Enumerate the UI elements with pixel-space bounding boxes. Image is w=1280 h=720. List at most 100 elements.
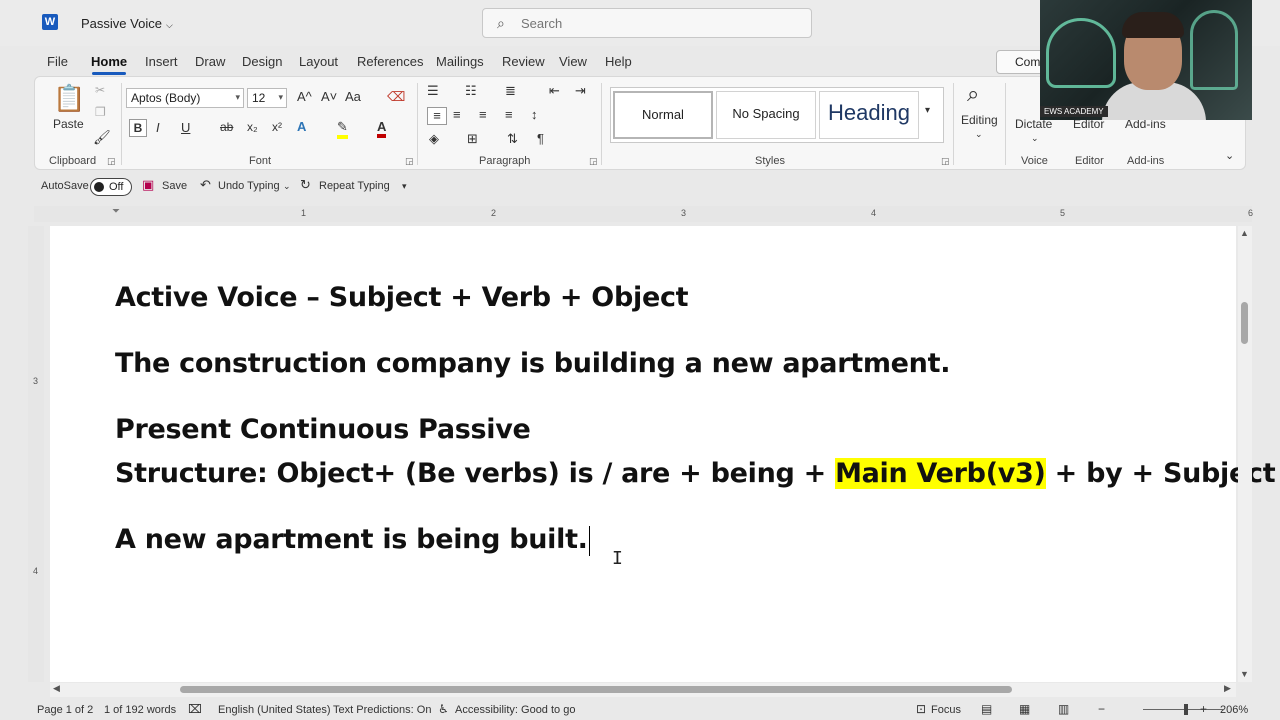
print-layout-icon[interactable]: ▦ xyxy=(1019,702,1030,716)
tab-insert[interactable]: Insert xyxy=(145,54,178,69)
tab-references[interactable]: References xyxy=(357,54,423,69)
save-button[interactable]: Save xyxy=(162,180,187,192)
document-page[interactable]: Active Voice – Subject + Verb + Object T… xyxy=(50,226,1276,682)
clipboard-launcher-icon[interactable]: ◲ xyxy=(107,156,116,167)
find-icon[interactable]: ⌕ xyxy=(967,81,979,107)
collapse-ribbon-icon[interactable]: ⌄ xyxy=(1225,149,1234,162)
tab-help[interactable]: Help xyxy=(605,54,632,69)
show-formatting-button[interactable]: ¶ xyxy=(537,131,544,146)
underline-button[interactable]: U xyxy=(181,120,190,135)
increase-indent-icon[interactable]: ⇥ xyxy=(575,83,586,99)
format-painter-icon[interactable]: 🖌 xyxy=(93,129,111,146)
horizontal-scrollbar[interactable]: ◀ ▶ xyxy=(50,683,1236,697)
clear-formatting-icon[interactable]: ⌫ xyxy=(387,89,405,105)
tab-file[interactable]: File xyxy=(47,54,68,69)
repeat-button[interactable]: Repeat Typing xyxy=(319,180,390,192)
focus-icon[interactable]: ⊡ xyxy=(916,702,926,716)
font-size-box[interactable]: 12 ▾ xyxy=(247,88,287,108)
web-layout-icon[interactable]: ▥ xyxy=(1058,702,1069,716)
focus-button[interactable]: Focus xyxy=(931,704,961,716)
scroll-right-icon[interactable]: ▶ xyxy=(1224,683,1231,694)
tab-draw[interactable]: Draw xyxy=(195,54,225,69)
vertical-ruler[interactable]: 3 4 xyxy=(28,226,44,682)
borders-icon[interactable]: ⊞ xyxy=(467,131,478,147)
doc-line-active-voice[interactable]: Active Voice – Subject + Verb + Object xyxy=(115,282,689,313)
align-center-icon[interactable]: ≡ xyxy=(453,107,461,122)
zoom-slider-thumb[interactable] xyxy=(1184,704,1188,715)
zoom-in-icon[interactable]: + xyxy=(1200,702,1207,716)
tab-mailings[interactable]: Mailings xyxy=(436,54,484,69)
align-left-icon[interactable]: ≡ xyxy=(427,107,447,125)
horizontal-scroll-thumb[interactable] xyxy=(180,686,1012,693)
shading-icon[interactable]: ◈ xyxy=(429,131,439,147)
align-right-icon[interactable]: ≡ xyxy=(479,107,487,122)
document-title[interactable]: Passive Voice ⌵ xyxy=(81,16,173,31)
doc-line-structure[interactable]: Structure: Object+ (Be verbs) is / are +… xyxy=(115,458,1276,489)
zoom-slider[interactable] xyxy=(1143,709,1223,710)
shrink-font-button[interactable]: A˅ xyxy=(321,89,337,104)
decrease-indent-icon[interactable]: ⇤ xyxy=(549,83,560,99)
tab-home[interactable]: Home xyxy=(91,54,127,69)
change-case-button[interactable]: Aa xyxy=(345,89,361,104)
scroll-up-icon[interactable]: ▲ xyxy=(1240,228,1249,238)
line-spacing-icon[interactable]: ↕ xyxy=(531,107,538,122)
customize-qat-icon[interactable]: ▾ xyxy=(402,181,407,192)
superscript-button[interactable]: x² xyxy=(272,120,282,134)
indent-marker-icon[interactable]: ⏷ xyxy=(112,206,120,217)
font-color-icon[interactable]: A xyxy=(377,119,387,138)
font-name-box[interactable]: Aptos (Body) ▾ xyxy=(126,88,244,108)
tab-review[interactable]: Review xyxy=(502,54,545,69)
paragraph-launcher-icon[interactable]: ◲ xyxy=(589,156,598,167)
doc-line-active-example[interactable]: The construction company is building a n… xyxy=(115,348,950,379)
style-no-spacing[interactable]: No Spacing xyxy=(716,91,816,139)
word-count[interactable]: 1 of 192 words xyxy=(104,704,176,716)
zoom-out-icon[interactable]: − xyxy=(1098,702,1105,716)
undo-icon[interactable]: ↶ xyxy=(200,177,211,193)
scroll-left-icon[interactable]: ◀ xyxy=(53,683,60,694)
search-input[interactable] xyxy=(521,14,801,32)
justify-icon[interactable]: ≡ xyxy=(505,107,513,122)
language[interactable]: English (United States) xyxy=(218,704,331,716)
scroll-down-icon[interactable]: ▼ xyxy=(1240,669,1249,679)
text-predictions[interactable]: Text Predictions: On xyxy=(333,704,431,716)
style-normal[interactable]: Normal xyxy=(613,91,713,139)
repeat-icon[interactable]: ↻ xyxy=(300,177,311,193)
doc-line-tense-heading[interactable]: Present Continuous Passive xyxy=(115,414,531,445)
read-mode-icon[interactable]: ▤ xyxy=(981,702,992,716)
strikethrough-button[interactable]: ab xyxy=(220,120,233,134)
vertical-scroll-thumb[interactable] xyxy=(1241,302,1248,344)
chevron-down-icon[interactable]: ⌄ xyxy=(283,181,291,192)
tab-design[interactable]: Design xyxy=(242,54,282,69)
paste-icon[interactable]: 📋 xyxy=(53,83,85,114)
numbering-icon[interactable]: ☷ xyxy=(465,83,477,99)
vertical-scrollbar[interactable]: ▲ ▼ xyxy=(1238,226,1252,682)
highlight-color-icon[interactable]: ✎ xyxy=(337,119,348,139)
style-heading[interactable]: Heading xyxy=(819,91,919,139)
grow-font-button[interactable]: A^ xyxy=(297,89,312,104)
horizontal-ruler[interactable]: 1 2 3 4 5 6 ⏷ xyxy=(34,206,1253,222)
tab-view[interactable]: View xyxy=(559,54,587,69)
multilevel-list-icon[interactable]: ≣ xyxy=(505,83,516,99)
styles-launcher-icon[interactable]: ◲ xyxy=(941,156,950,167)
bullets-icon[interactable]: ☰ xyxy=(427,83,439,99)
doc-line-passive-example[interactable]: A new apartment is being built. xyxy=(115,524,590,556)
accessibility-icon[interactable]: ♿ xyxy=(438,702,449,716)
save-icon[interactable]: ▣ xyxy=(142,177,154,193)
proofing-icon[interactable]: ⌧ xyxy=(188,702,202,716)
tab-layout[interactable]: Layout xyxy=(299,54,338,69)
undo-button[interactable]: Undo Typing xyxy=(218,180,280,192)
italic-button[interactable]: I xyxy=(156,120,160,135)
cut-icon[interactable]: ✂ xyxy=(95,83,105,97)
subscript-button[interactable]: x₂ xyxy=(247,120,258,134)
styles-more-icon[interactable]: ▾ xyxy=(925,105,930,116)
accessibility-status[interactable]: Accessibility: Good to go xyxy=(455,704,575,716)
zoom-level[interactable]: 206% xyxy=(1220,704,1248,716)
sort-icon[interactable]: ⇅ xyxy=(507,131,518,147)
search-box[interactable]: ⌕ xyxy=(482,8,812,38)
paste-button[interactable]: Paste xyxy=(53,117,84,131)
page-count[interactable]: Page 1 of 2 xyxy=(37,704,93,716)
bold-button[interactable]: B xyxy=(129,119,147,137)
font-launcher-icon[interactable]: ◲ xyxy=(405,156,414,167)
editing-button[interactable]: Editing xyxy=(961,113,998,127)
autosave-toggle[interactable]: Off xyxy=(90,178,132,196)
